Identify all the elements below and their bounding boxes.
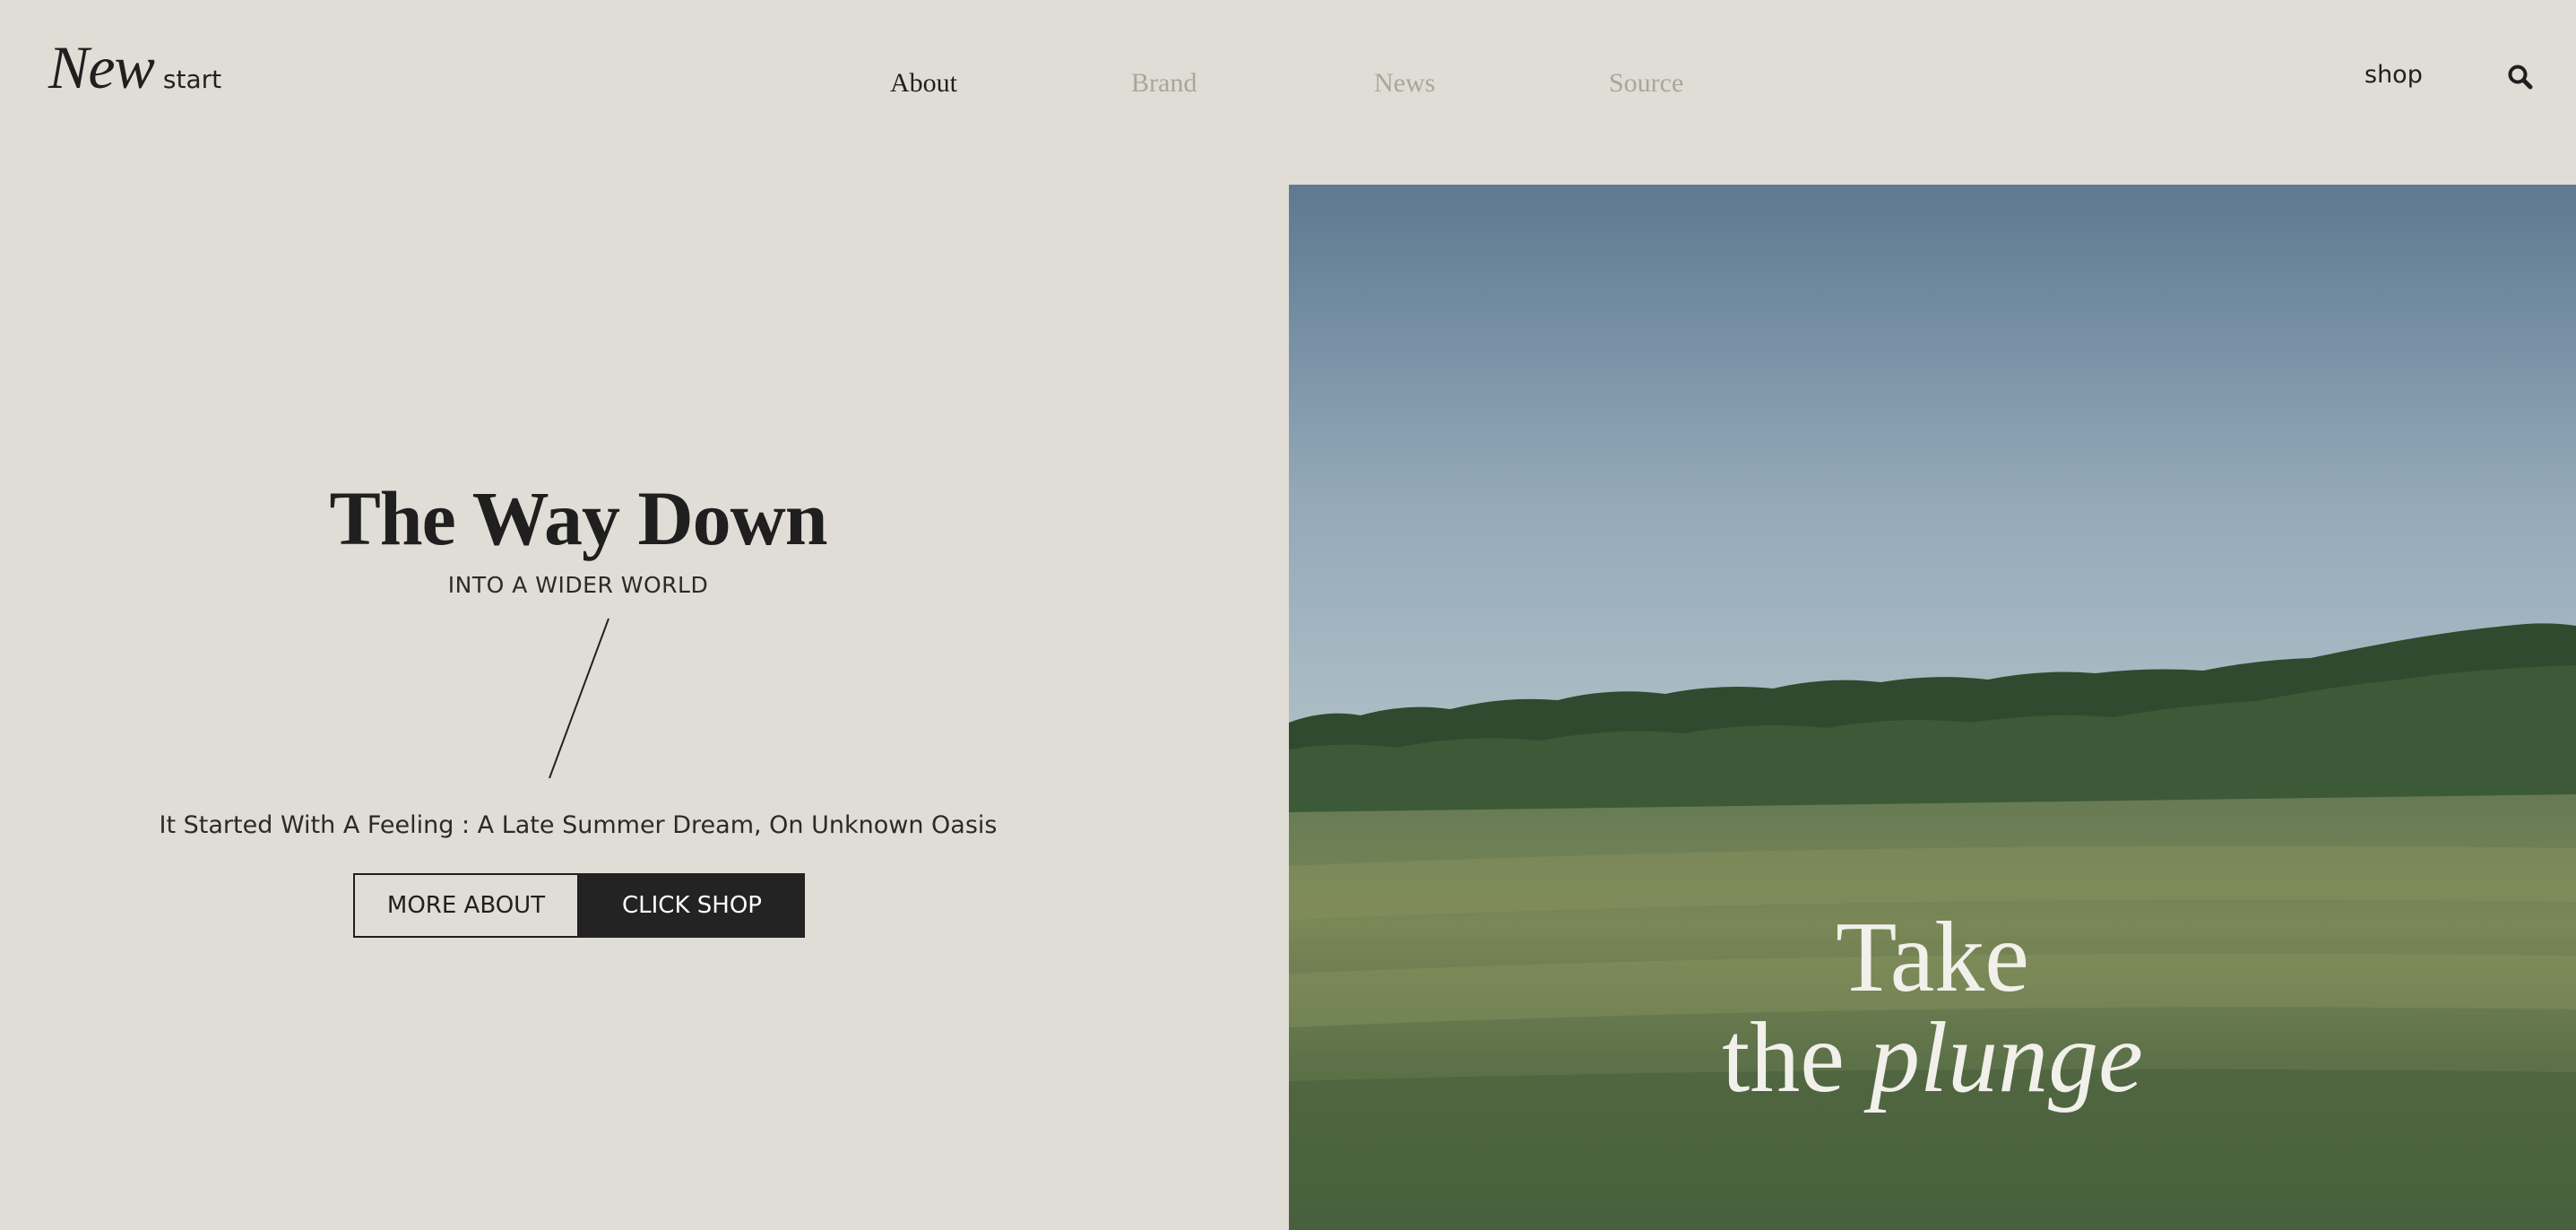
main-nav: About Brand News Source — [0, 68, 2576, 104]
divider-line — [549, 618, 609, 779]
hero-subtitle: INTO A WIDER WORLD — [447, 572, 709, 598]
photo-caption: Take the plunge — [1289, 907, 2576, 1108]
nav-item-brand[interactable]: Brand — [1131, 68, 1197, 99]
caption-line-2-italic: plunge — [1870, 1002, 2143, 1113]
landing-page: New start About Brand News Source shop T… — [0, 0, 2576, 1230]
hero-description: It Started With A Feeling : A Late Summe… — [159, 811, 998, 839]
nav-item-source[interactable]: Source — [1609, 68, 1683, 99]
nav-item-about[interactable]: About — [890, 68, 957, 99]
caption-line-1: Take — [1835, 902, 2029, 1013]
caption-line-2: the plunge — [1289, 1008, 2576, 1108]
click-shop-button[interactable]: CLICK SHOP — [579, 873, 805, 938]
hero-title: The Way Down — [329, 475, 827, 561]
nav-item-news[interactable]: News — [1374, 68, 1435, 99]
search-icon[interactable] — [2506, 63, 2535, 91]
more-about-button[interactable]: MORE ABOUT — [353, 873, 579, 938]
hero-button-group: MORE ABOUT CLICK SHOP — [353, 873, 805, 938]
shop-link[interactable]: shop — [2364, 61, 2423, 89]
caption-line-2-plain: the — [1722, 1002, 1845, 1113]
